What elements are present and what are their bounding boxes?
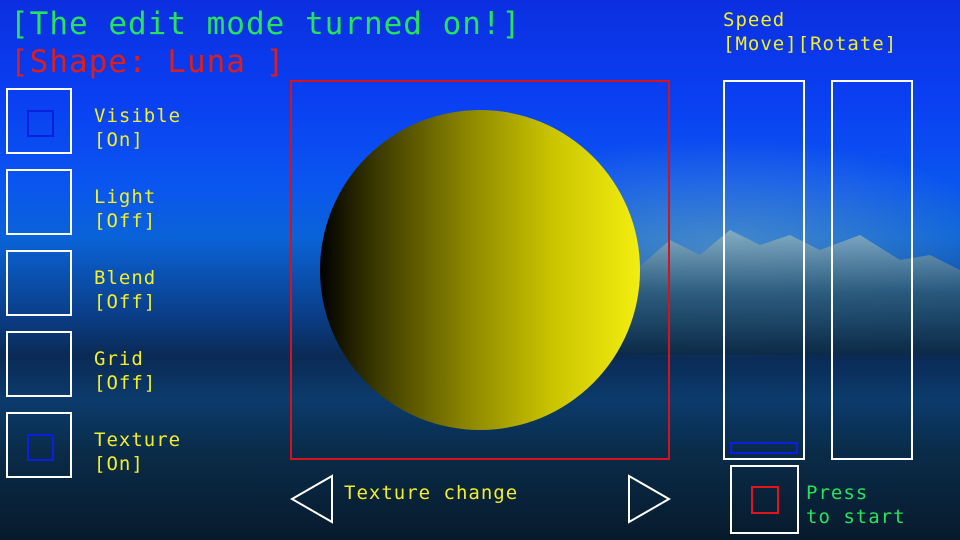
toggle-name: Blend	[94, 267, 157, 289]
move-speed-slider[interactable]	[723, 80, 805, 460]
blend-toggle[interactable]	[6, 250, 72, 316]
visible-check-indicator	[27, 110, 54, 137]
edit-mode-status: [The edit mode turned on!]	[10, 6, 522, 42]
texture-toggle[interactable]	[6, 412, 72, 478]
start-label-line2: to start	[806, 506, 906, 528]
toggle-state: [On]	[94, 453, 144, 475]
toggle-state: [Off]	[94, 291, 157, 313]
texture-next-arrow-icon[interactable]	[627, 474, 671, 524]
grid-toggle-label: Grid [Off]	[94, 347, 156, 395]
luna-sphere	[320, 110, 640, 430]
texture-change-label: Texture change	[344, 482, 519, 504]
move-speed-handle[interactable]	[730, 442, 798, 454]
start-button[interactable]	[730, 465, 799, 534]
start-label: Press to start	[806, 481, 906, 529]
speed-subtitle: [Move][Rotate]	[723, 33, 898, 55]
light-toggle[interactable]	[6, 169, 72, 235]
toggle-name: Light	[94, 186, 157, 208]
blend-toggle-label: Blend [Off]	[94, 266, 156, 314]
visible-toggle[interactable]	[6, 88, 72, 154]
toggle-state: [On]	[94, 129, 144, 151]
start-label-line1: Press	[806, 482, 869, 504]
visible-toggle-label: Visible [On]	[94, 104, 181, 152]
rotate-speed-slider[interactable]	[831, 80, 913, 460]
shape-label: [Shape: Luna ]	[10, 44, 286, 80]
texture-toggle-label: Texture [On]	[94, 428, 181, 476]
start-indicator	[751, 486, 779, 514]
toggle-name: Texture	[94, 429, 182, 451]
speed-title: Speed [Move][Rotate]	[723, 8, 897, 56]
texture-prev-arrow-icon[interactable]	[290, 474, 334, 524]
toggle-name: Grid	[94, 348, 144, 370]
speed-label: Speed	[723, 9, 786, 31]
toggle-name: Visible	[94, 105, 182, 127]
toggle-state: [Off]	[94, 372, 157, 394]
toggle-state: [Off]	[94, 210, 157, 232]
light-toggle-label: Light [Off]	[94, 185, 156, 233]
texture-check-indicator	[27, 434, 54, 461]
grid-toggle[interactable]	[6, 331, 72, 397]
